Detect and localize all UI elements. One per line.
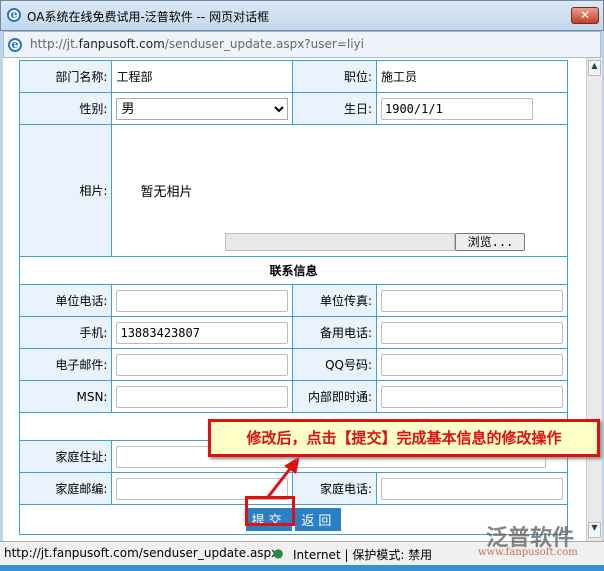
watermark-site: www.fanpusoft.com [478,547,578,558]
callout-arrow [266,456,300,498]
bottom-edge [0,565,604,571]
status-zone: Internet | 保护模式: 禁用 [293,548,433,562]
status-url: http://jt.fanpusoft.com/senduser_update.… [4,546,279,560]
globe-icon: ● [273,546,284,560]
callout-annotation: 修改后，点击【提交】完成基本信息的修改操作 [208,419,600,457]
status-bar: http://jt.fanpusoft.com/senduser_update.… [0,526,604,565]
